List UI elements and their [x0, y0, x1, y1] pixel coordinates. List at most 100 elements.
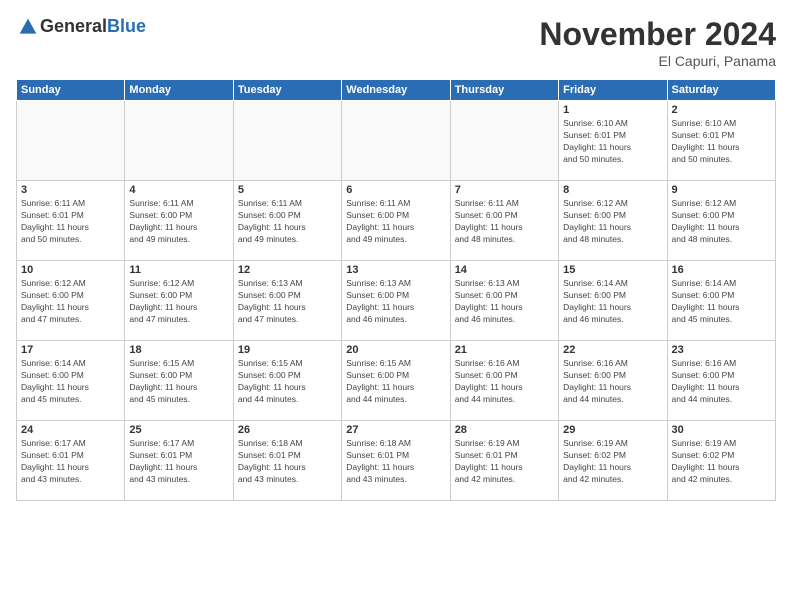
table-row: 21 Sunrise: 6:16 AM Sunset: 6:00 PM Dayli…	[450, 341, 558, 421]
day-number: 8	[563, 184, 662, 196]
table-row: 23 Sunrise: 6:16 AM Sunset: 6:00 PM Dayli…	[667, 341, 775, 421]
table-row: 12 Sunrise: 6:13 AM Sunset: 6:00 PM Dayli…	[233, 261, 341, 341]
day-info: Sunrise: 6:11 AM Sunset: 6:00 PM Dayligh…	[455, 198, 554, 246]
day-info: Sunrise: 6:17 AM Sunset: 6:01 PM Dayligh…	[21, 438, 120, 486]
table-row: 5 Sunrise: 6:11 AM Sunset: 6:00 PM Daylig…	[233, 181, 341, 261]
week-row-4: 24Sunrise: 6:17 AM Sunset: 6:01 PM Dayli…	[17, 421, 776, 501]
day-info: Sunrise: 6:18 AM Sunset: 6:01 PM Dayligh…	[238, 438, 337, 486]
table-row: 29 Sunrise: 6:19 AM Sunset: 6:02 PM Dayli…	[559, 421, 667, 501]
day-number: 29	[563, 424, 662, 436]
day-info: Sunrise: 6:11 AM Sunset: 6:01 PM Dayligh…	[21, 198, 120, 246]
day-info: Sunrise: 6:10 AM Sunset: 6:01 PM Dayligh…	[563, 118, 662, 166]
header-wednesday: Wednesday	[342, 80, 450, 101]
table-row: 9 Sunrise: 6:12 AM Sunset: 6:00 PM Daylig…	[667, 181, 775, 261]
day-info: Sunrise: 6:14 AM Sunset: 6:00 PM Dayligh…	[21, 358, 120, 406]
table-row: 26 Sunrise: 6:18 AM Sunset: 6:01 PM Dayli…	[233, 421, 341, 501]
day-number: 9	[672, 184, 771, 196]
day-number: 22	[563, 344, 662, 356]
table-row: 25Sunrise: 6:17 AM Sunset: 6:01 PM Dayli…	[125, 421, 233, 501]
day-number: 13	[346, 264, 445, 276]
day-info: Sunrise: 6:19 AM Sunset: 6:02 PM Dayligh…	[672, 438, 771, 486]
location-subtitle: El Capuri, Panama	[539, 53, 776, 69]
table-row: 27Sunrise: 6:18 AM Sunset: 6:01 PM Dayli…	[342, 421, 450, 501]
table-row: 8 Sunrise: 6:12 AM Sunset: 6:00 PM Daylig…	[559, 181, 667, 261]
day-number: 18	[129, 344, 228, 356]
day-info: Sunrise: 6:15 AM Sunset: 6:00 PM Dayligh…	[129, 358, 228, 406]
day-number: 30	[672, 424, 771, 436]
table-row	[125, 101, 233, 181]
day-info: Sunrise: 6:17 AM Sunset: 6:01 PM Dayligh…	[129, 438, 228, 486]
header-friday: Friday	[559, 80, 667, 101]
table-row: 18 Sunrise: 6:15 AM Sunset: 6:00 PM Dayli…	[125, 341, 233, 421]
table-row: 13 Sunrise: 6:13 AM Sunset: 6:00 PM Dayli…	[342, 261, 450, 341]
day-number: 28	[455, 424, 554, 436]
logo-blue: Blue	[107, 16, 146, 36]
table-row	[17, 101, 125, 181]
table-row	[342, 101, 450, 181]
calendar-table: Sunday Monday Tuesday Wednesday Thursday…	[16, 79, 776, 501]
header-sunday: Sunday	[17, 80, 125, 101]
week-row-0: 1 Sunrise: 6:10 AM Sunset: 6:01 PM Daylig…	[17, 101, 776, 181]
table-row: 15Sunrise: 6:14 AM Sunset: 6:00 PM Dayli…	[559, 261, 667, 341]
day-info: Sunrise: 6:12 AM Sunset: 6:00 PM Dayligh…	[21, 278, 120, 326]
header-saturday: Saturday	[667, 80, 775, 101]
day-number: 20	[346, 344, 445, 356]
table-row: 7 Sunrise: 6:11 AM Sunset: 6:00 PM Daylig…	[450, 181, 558, 261]
day-number: 1	[563, 104, 662, 116]
day-number: 7	[455, 184, 554, 196]
day-info: Sunrise: 6:15 AM Sunset: 6:00 PM Dayligh…	[238, 358, 337, 406]
day-number: 14	[455, 264, 554, 276]
day-info: Sunrise: 6:11 AM Sunset: 6:00 PM Dayligh…	[129, 198, 228, 246]
day-info: Sunrise: 6:11 AM Sunset: 6:00 PM Dayligh…	[238, 198, 337, 246]
logo-general: General	[40, 16, 107, 36]
day-number: 21	[455, 344, 554, 356]
day-info: Sunrise: 6:13 AM Sunset: 6:00 PM Dayligh…	[346, 278, 445, 326]
table-row: 1 Sunrise: 6:10 AM Sunset: 6:01 PM Daylig…	[559, 101, 667, 181]
week-row-1: 3 Sunrise: 6:11 AM Sunset: 6:01 PM Daylig…	[17, 181, 776, 261]
day-number: 5	[238, 184, 337, 196]
table-row: 20 Sunrise: 6:15 AM Sunset: 6:00 PM Dayli…	[342, 341, 450, 421]
day-info: Sunrise: 6:12 AM Sunset: 6:00 PM Dayligh…	[563, 198, 662, 246]
day-info: Sunrise: 6:19 AM Sunset: 6:01 PM Dayligh…	[455, 438, 554, 486]
table-row: 16Sunrise: 6:14 AM Sunset: 6:00 PM Dayli…	[667, 261, 775, 341]
day-number: 17	[21, 344, 120, 356]
day-info: Sunrise: 6:13 AM Sunset: 6:00 PM Dayligh…	[455, 278, 554, 326]
day-info: Sunrise: 6:11 AM Sunset: 6:00 PM Dayligh…	[346, 198, 445, 246]
logo-text: GeneralBlue	[40, 16, 146, 37]
table-row: 14 Sunrise: 6:13 AM Sunset: 6:00 PM Dayli…	[450, 261, 558, 341]
day-number: 15	[563, 264, 662, 276]
table-row: 17 Sunrise: 6:14 AM Sunset: 6:00 PM Dayli…	[17, 341, 125, 421]
weekday-header-row: Sunday Monday Tuesday Wednesday Thursday…	[17, 80, 776, 101]
table-row: 30 Sunrise: 6:19 AM Sunset: 6:02 PM Dayli…	[667, 421, 775, 501]
day-info: Sunrise: 6:16 AM Sunset: 6:00 PM Dayligh…	[455, 358, 554, 406]
day-number: 3	[21, 184, 120, 196]
day-info: Sunrise: 6:14 AM Sunset: 6:00 PM Dayligh…	[672, 278, 771, 326]
day-number: 6	[346, 184, 445, 196]
day-info: Sunrise: 6:19 AM Sunset: 6:02 PM Dayligh…	[563, 438, 662, 486]
day-info: Sunrise: 6:16 AM Sunset: 6:00 PM Dayligh…	[563, 358, 662, 406]
day-number: 23	[672, 344, 771, 356]
day-number: 12	[238, 264, 337, 276]
day-number: 10	[21, 264, 120, 276]
table-row: 4 Sunrise: 6:11 AM Sunset: 6:00 PM Daylig…	[125, 181, 233, 261]
title-block: November 2024 El Capuri, Panama	[539, 16, 776, 69]
day-info: Sunrise: 6:12 AM Sunset: 6:00 PM Dayligh…	[129, 278, 228, 326]
week-row-3: 17 Sunrise: 6:14 AM Sunset: 6:00 PM Dayli…	[17, 341, 776, 421]
day-number: 19	[238, 344, 337, 356]
day-info: Sunrise: 6:13 AM Sunset: 6:00 PM Dayligh…	[238, 278, 337, 326]
day-info: Sunrise: 6:15 AM Sunset: 6:00 PM Dayligh…	[346, 358, 445, 406]
day-info: Sunrise: 6:16 AM Sunset: 6:00 PM Dayligh…	[672, 358, 771, 406]
day-number: 26	[238, 424, 337, 436]
day-info: Sunrise: 6:12 AM Sunset: 6:00 PM Dayligh…	[672, 198, 771, 246]
header: GeneralBlue November 2024 El Capuri, Pan…	[16, 16, 776, 69]
day-number: 11	[129, 264, 228, 276]
week-row-2: 10 Sunrise: 6:12 AM Sunset: 6:00 PM Dayli…	[17, 261, 776, 341]
header-monday: Monday	[125, 80, 233, 101]
table-row: 2Sunrise: 6:10 AM Sunset: 6:01 PM Daylig…	[667, 101, 775, 181]
table-row	[450, 101, 558, 181]
header-tuesday: Tuesday	[233, 80, 341, 101]
header-thursday: Thursday	[450, 80, 558, 101]
table-row: 11 Sunrise: 6:12 AM Sunset: 6:00 PM Dayli…	[125, 261, 233, 341]
table-row: 28 Sunrise: 6:19 AM Sunset: 6:01 PM Dayli…	[450, 421, 558, 501]
day-number: 4	[129, 184, 228, 196]
